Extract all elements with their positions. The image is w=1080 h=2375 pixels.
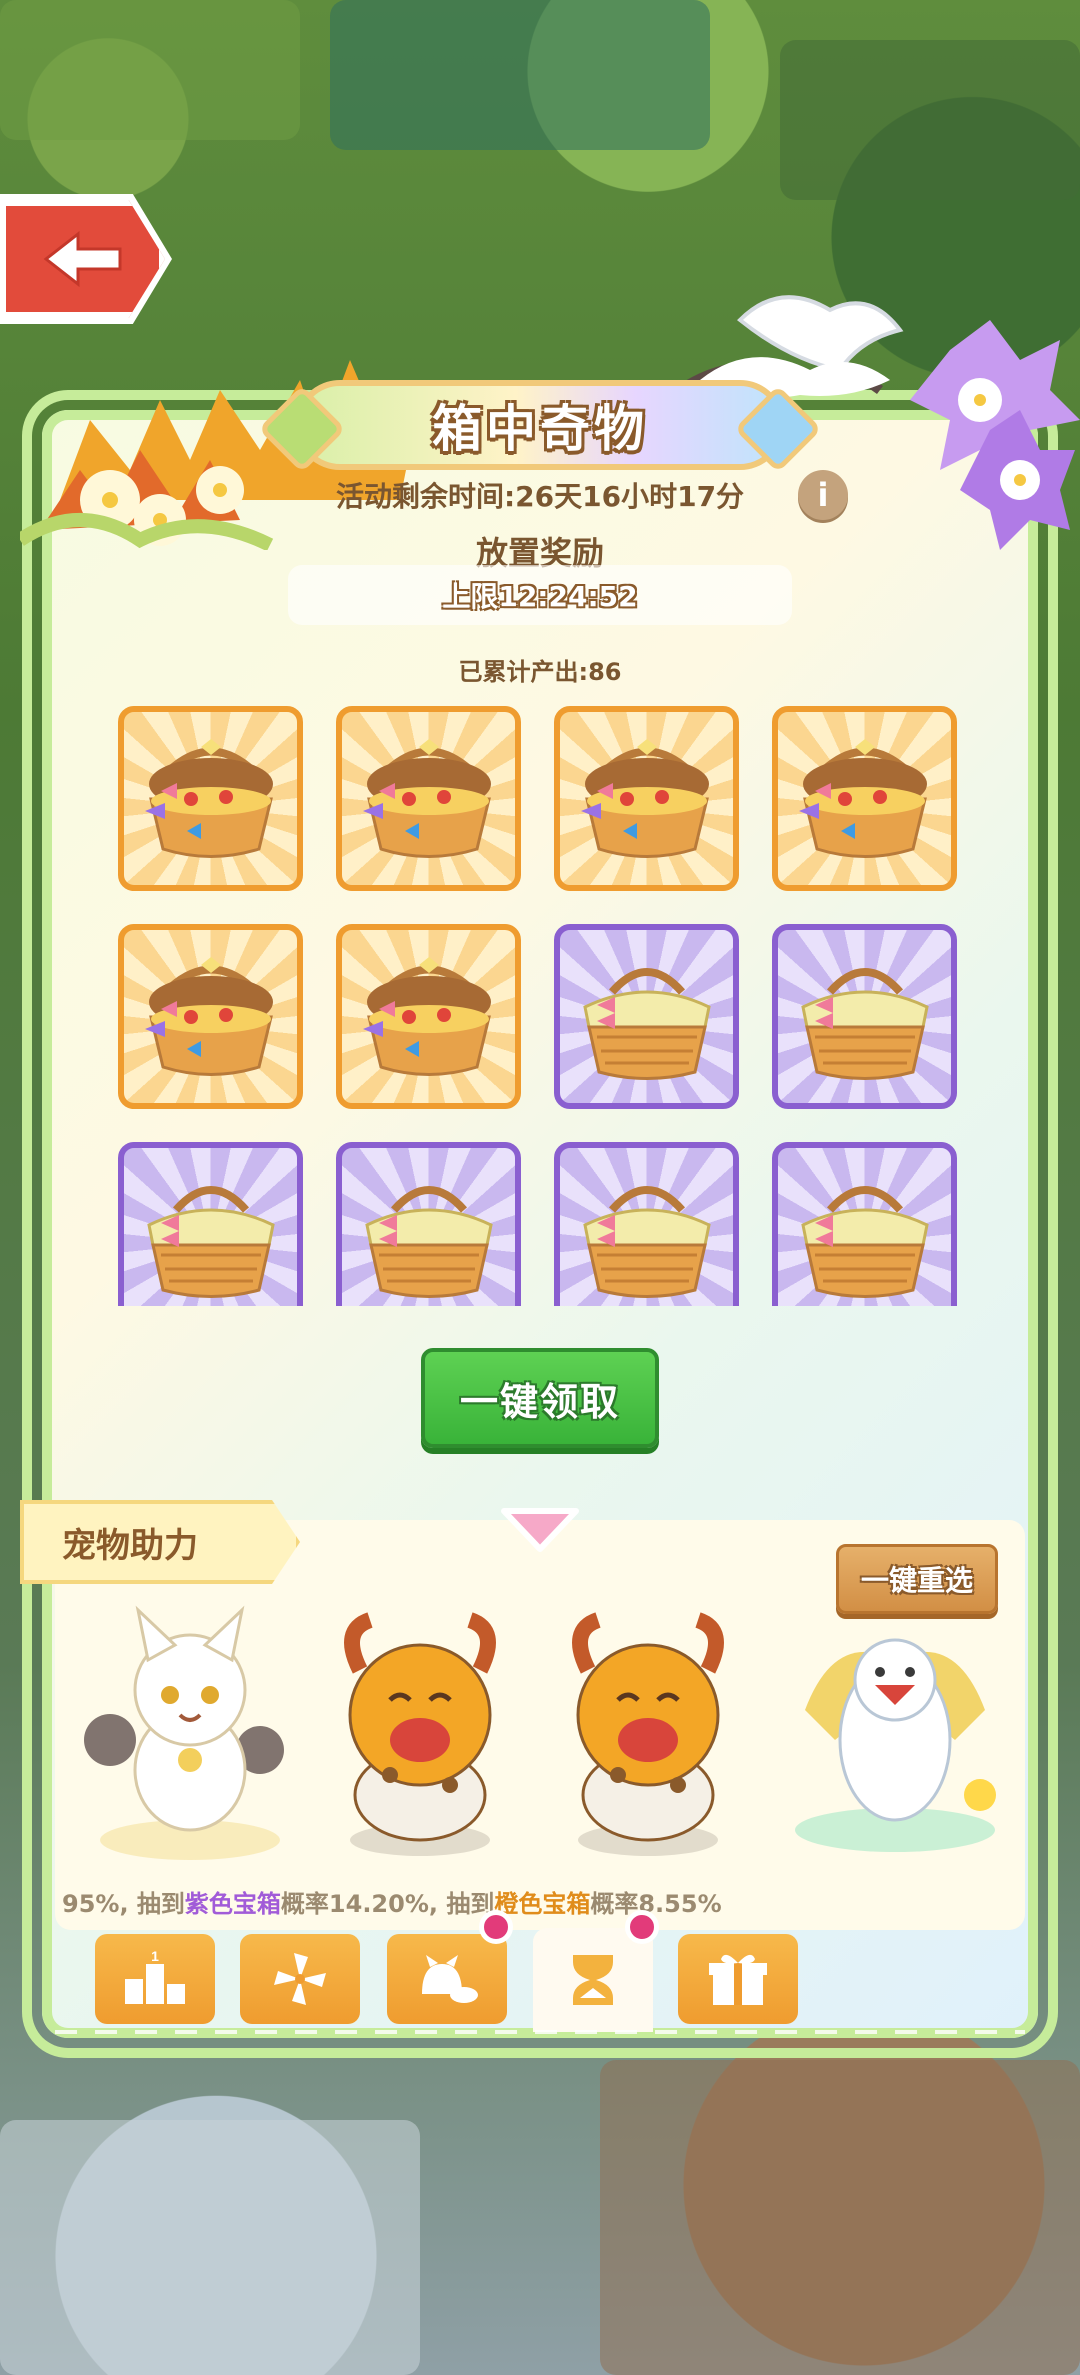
pet-food-icon: [422, 1955, 478, 2003]
tab-hourglass[interactable]: [533, 1928, 653, 2032]
page-title: 箱中奇物: [432, 400, 648, 458]
orange-bull-pet-icon: [572, 1612, 724, 1856]
treasure-box-orange[interactable]: [118, 706, 303, 891]
probability-part-1: 95%, 抽到: [62, 1890, 185, 1918]
event-timer: 活动剩余时间:26天16小时17分: [335, 480, 745, 513]
treasure-box-purple[interactable]: [118, 1142, 303, 1306]
podium-number: 1: [151, 1949, 159, 1964]
open-picnic-basket-icon: [362, 956, 491, 1076]
open-picnic-basket-icon: [144, 738, 273, 858]
tab-pinwheel[interactable]: [240, 1934, 360, 2024]
open-picnic-basket-icon: [144, 956, 273, 1076]
treasure-box-purple[interactable]: [772, 1142, 957, 1306]
pet-slot-1[interactable]: [70, 1590, 310, 1870]
open-picnic-basket-icon: [580, 738, 709, 858]
info-icon[interactable]: i: [798, 470, 848, 520]
closed-picnic-basket-icon: [800, 967, 929, 1080]
treasure-box-orange[interactable]: [336, 706, 521, 891]
title-banner: 箱中奇物: [258, 380, 822, 473]
orange-box-name: 橙色宝箱: [494, 1890, 591, 1918]
probability-part-3: 概率8.55%: [590, 1890, 722, 1918]
probability-text: 95%, 抽到紫色宝箱概率14.20%, 抽到橙色宝箱概率8.55%: [62, 1884, 722, 1919]
closed-picnic-basket-icon: [800, 1185, 929, 1298]
collect-all-label: 一键领取: [459, 1379, 620, 1424]
gift-box-icon: [709, 1954, 767, 2005]
treasure-box-purple[interactable]: [772, 924, 957, 1109]
notification-dot-hourglass: [625, 1910, 659, 1944]
tab-pet-food[interactable]: [387, 1934, 507, 2024]
pet-assist-label: 宠物助力: [62, 1525, 198, 1566]
pet-slot-3[interactable]: [528, 1590, 768, 1870]
open-picnic-basket-icon: [362, 738, 491, 858]
closed-picnic-basket-icon: [146, 1185, 275, 1298]
probability-part-2: 概率14.20%, 抽到: [280, 1890, 495, 1918]
tab-ranking[interactable]: 1: [95, 1934, 215, 2024]
pet-assist-tag: 宠物助力: [20, 1500, 300, 1584]
pet-slot-2[interactable]: [300, 1590, 540, 1870]
tab-gift[interactable]: [678, 1934, 798, 2024]
treasure-box-orange[interactable]: [772, 706, 957, 891]
treasure-box-orange[interactable]: [118, 924, 303, 1109]
closed-picnic-basket-icon: [582, 967, 711, 1080]
arrow-left-icon: [43, 230, 121, 288]
treasure-box-orange[interactable]: [554, 706, 739, 891]
closed-picnic-basket-icon: [582, 1185, 711, 1298]
tab-bar-divider: [55, 2030, 1025, 2034]
idle-reward-limit-box: 上限12:24:52: [288, 565, 792, 625]
treasure-box-orange[interactable]: [336, 924, 521, 1109]
white-fox-pet-icon: [84, 1605, 284, 1860]
orange-bull-pet-icon: [344, 1612, 496, 1856]
pinwheel-icon: [274, 1953, 326, 2005]
pet-slot-4[interactable]: [775, 1590, 1015, 1870]
treasure-box-grid: [118, 706, 960, 1306]
notification-dot-pet-food: [479, 1910, 513, 1944]
collect-all-button[interactable]: 一键领取: [421, 1348, 659, 1448]
treasure-box-purple[interactable]: [554, 1142, 739, 1306]
treasure-box-purple[interactable]: [336, 1142, 521, 1306]
purple-box-name: 紫色宝箱: [184, 1890, 281, 1918]
produced-count: 已累计产出:86: [458, 658, 622, 686]
closed-picnic-basket-icon: [364, 1185, 493, 1298]
treasure-box-purple[interactable]: [554, 924, 739, 1109]
open-picnic-basket-icon: [798, 738, 927, 858]
white-bird-pet-icon: [795, 1638, 996, 1852]
idle-reward-limit: 上限12:24:52: [442, 580, 638, 613]
hourglass-icon: [573, 1955, 613, 2005]
collapse-arrow-icon[interactable]: [498, 1505, 582, 1555]
ranking-podium-icon: 1: [125, 1949, 185, 2004]
